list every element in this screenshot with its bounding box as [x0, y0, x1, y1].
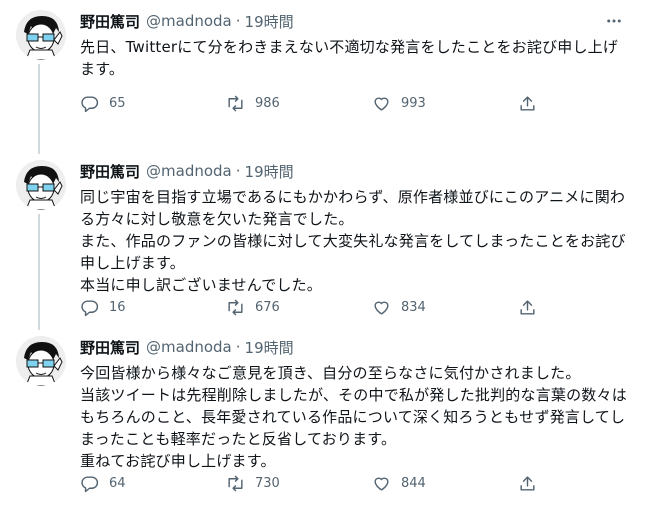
like-button[interactable]: 993 [372, 94, 518, 113]
retweet-button[interactable]: 676 [226, 298, 372, 317]
avatar[interactable] [16, 336, 66, 386]
reply-icon [81, 299, 99, 316]
retweet-icon [228, 299, 243, 315]
tweet-text: 先日、Twitterにて分をわきまえない不適切な発言をしたことをお詫び申し上げま… [80, 38, 619, 78]
like-count: 834 [401, 299, 426, 315]
tweet-timestamp[interactable]: 19時間 [245, 337, 294, 358]
share-button[interactable] [518, 94, 547, 113]
reply-count: 65 [109, 95, 126, 111]
like-icon [374, 97, 389, 111]
like-count: 993 [401, 95, 426, 111]
avatar[interactable] [16, 160, 66, 210]
retweet-count: 986 [255, 95, 280, 111]
reply-count: 16 [109, 299, 126, 315]
retweet-count: 730 [255, 475, 280, 491]
reply-button[interactable]: 16 [80, 298, 226, 317]
reply-count: 64 [109, 475, 126, 491]
tweet-actions: 64 730 844 [80, 472, 550, 494]
reply-button[interactable]: 64 [80, 474, 226, 493]
avatar-illustration [16, 160, 66, 210]
reply-button[interactable]: 65 [80, 94, 226, 113]
like-button[interactable]: 844 [372, 474, 518, 493]
tweet-actions: 16 676 834 [80, 296, 550, 318]
tweet-header: 野田篤司 @madnoda · 19時間 [80, 160, 629, 182]
tweet[interactable]: 野田篤司 @madnoda · 19時間 先日、Twitterにて分をわきまえな… [0, 0, 645, 154]
reply-icon [81, 95, 99, 112]
retweet-button[interactable]: 730 [226, 474, 372, 493]
tweet-header: 野田篤司 @madnoda · 19時間 [80, 336, 629, 358]
reply-icon [81, 475, 99, 492]
tweet-timestamp[interactable]: 19時間 [245, 161, 294, 182]
tweet-header: 野田篤司 @madnoda · 19時間 [80, 10, 629, 32]
share-icon [520, 475, 535, 491]
tweet-text: 今回皆様から様々なご意見を頂き、自分の至らなさに気付かされました。 当該ツイート… [80, 364, 627, 470]
share-button[interactable] [518, 298, 547, 317]
like-button[interactable]: 834 [372, 298, 518, 317]
tweet-timestamp[interactable]: 19時間 [245, 11, 294, 32]
avatar[interactable] [16, 10, 66, 60]
thread-connector [38, 214, 40, 330]
tweet-actions: 65 986 993 [80, 92, 550, 114]
author-name[interactable]: 野田篤司 [80, 337, 140, 358]
avatar-illustration [16, 336, 66, 386]
retweet-icon [228, 475, 243, 491]
retweet-button[interactable]: 986 [226, 94, 372, 113]
more-icon[interactable] [599, 10, 629, 32]
avatar-illustration [16, 10, 66, 60]
share-button[interactable] [518, 474, 547, 493]
retweet-icon [228, 95, 243, 111]
author-handle[interactable]: @madnoda [146, 338, 232, 356]
separator-dot: · [235, 338, 241, 356]
like-icon [374, 301, 389, 315]
tweet[interactable]: 野田篤司 @madnoda · 19時間 同じ宇宙を目指す立場であるにもかかわら… [0, 150, 645, 330]
author-name[interactable]: 野田篤司 [80, 11, 140, 32]
tweet[interactable]: 野田篤司 @madnoda · 19時間 今回皆様から様々なご意見を頂き、自分の… [0, 326, 645, 512]
share-icon [520, 95, 535, 111]
author-name[interactable]: 野田篤司 [80, 161, 140, 182]
author-handle[interactable]: @madnoda [146, 12, 232, 30]
tweet-thread: 野田篤司 @madnoda · 19時間 先日、Twitterにて分をわきまえな… [0, 0, 645, 512]
like-icon [374, 477, 389, 491]
separator-dot: · [235, 12, 241, 30]
tweet-text: 同じ宇宙を目指す立場であるにもかかわらず、原作者様並びにこのアニメに関わる方々に… [80, 188, 626, 294]
retweet-count: 676 [255, 299, 280, 315]
separator-dot: · [235, 162, 241, 180]
thread-connector [38, 64, 40, 154]
like-count: 844 [401, 475, 426, 491]
share-icon [520, 299, 535, 315]
author-handle[interactable]: @madnoda [146, 162, 232, 180]
